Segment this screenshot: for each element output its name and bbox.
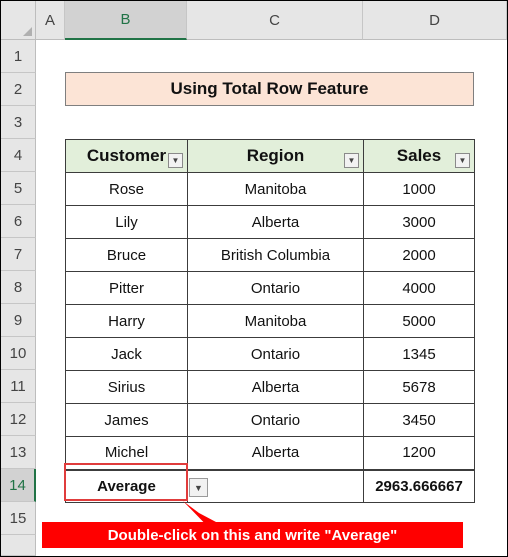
region-cell[interactable]: Alberta [187, 436, 364, 470]
row-header-8[interactable]: 8 [1, 271, 36, 304]
sales-cell[interactable]: 2000 [363, 238, 475, 272]
region-cell[interactable]: Manitoba [187, 172, 364, 206]
total-region-cell[interactable] [187, 468, 364, 503]
row-header-2[interactable]: 2 [1, 73, 36, 106]
table-row: Bruce British Columbia 2000 [65, 238, 475, 272]
region-cell[interactable]: Alberta [187, 370, 364, 404]
column-header-d[interactable]: D [363, 1, 507, 40]
sales-cell[interactable]: 3000 [363, 205, 475, 239]
header-sales[interactable]: Sales ▼ [363, 139, 475, 173]
region-cell[interactable]: Alberta [187, 205, 364, 239]
row-header-11[interactable]: 11 [1, 370, 36, 403]
row-header-10[interactable]: 10 [1, 337, 36, 370]
region-cell[interactable]: Ontario [187, 403, 364, 437]
table-header-row: Customer ▼ Region ▼ Sales ▼ [65, 139, 475, 173]
customer-cell[interactable]: Sirius [65, 370, 188, 404]
region-cell[interactable]: British Columbia [187, 238, 364, 272]
table-row: Pitter Ontario 4000 [65, 271, 475, 305]
customer-cell[interactable]: Harry [65, 304, 188, 338]
chevron-down-icon: ▼ [194, 482, 203, 493]
region-cell[interactable]: Manitoba [187, 304, 364, 338]
sales-cell[interactable]: 5000 [363, 304, 475, 338]
instruction-callout: Double-click on this and write "Average" [42, 522, 463, 548]
region-cell[interactable]: Ontario [187, 271, 364, 305]
filter-dropdown-icon[interactable]: ▼ [168, 153, 183, 168]
table-row: Harry Manitoba 5000 [65, 304, 475, 338]
sales-cell[interactable]: 1200 [363, 436, 475, 470]
sales-cell[interactable]: 4000 [363, 271, 475, 305]
filter-dropdown-icon[interactable]: ▼ [344, 153, 359, 168]
customer-cell[interactable]: James [65, 403, 188, 437]
header-region[interactable]: Region ▼ [187, 139, 364, 173]
table-row: James Ontario 3450 [65, 403, 475, 437]
row-header-5[interactable]: 5 [1, 172, 36, 205]
row-header-13[interactable]: 13 [1, 436, 36, 469]
table-row: Rose Manitoba 1000 [65, 172, 475, 206]
total-label-cell[interactable]: Average [65, 468, 188, 503]
select-all-icon [23, 27, 32, 36]
spreadsheet: A B C D 1 2 3 4 5 6 7 8 9 10 11 12 13 14… [0, 0, 508, 557]
customer-cell[interactable]: Rose [65, 172, 188, 206]
total-function-dropdown[interactable]: ▼ [189, 478, 208, 497]
table-row: Lily Alberta 3000 [65, 205, 475, 239]
row-header-3[interactable]: 3 [1, 106, 36, 139]
row-header-7[interactable]: 7 [1, 238, 36, 271]
row-header-1[interactable]: 1 [1, 40, 36, 73]
customer-cell[interactable]: Pitter [65, 271, 188, 305]
customer-cell[interactable]: Lily [65, 205, 188, 239]
table-row: Sirius Alberta 5678 [65, 370, 475, 404]
row-header-6[interactable]: 6 [1, 205, 36, 238]
total-row: Average 2963.666667 [65, 468, 475, 503]
column-header-b[interactable]: B [65, 1, 187, 40]
header-customer-label: Customer [86, 146, 167, 165]
sheet-title[interactable]: Using Total Row Feature [65, 72, 474, 106]
sales-cell[interactable]: 3450 [363, 403, 475, 437]
sales-cell[interactable]: 1345 [363, 337, 475, 371]
data-table: Customer ▼ Region ▼ Sales ▼ Rose Manitoba 100… [65, 139, 475, 503]
customer-cell[interactable]: Bruce [65, 238, 188, 272]
row-header-14[interactable]: 14 [1, 469, 36, 502]
customer-cell[interactable]: Michel [65, 436, 188, 470]
row-header-4[interactable]: 4 [1, 139, 36, 172]
row-header-12[interactable]: 12 [1, 403, 36, 436]
header-sales-label: Sales [396, 146, 442, 165]
row-header-16[interactable] [1, 535, 36, 556]
table-row: Michel Alberta 1200 [65, 436, 475, 470]
total-value-cell[interactable]: 2963.666667 [363, 468, 475, 503]
row-header-9[interactable]: 9 [1, 304, 36, 337]
column-header-a[interactable]: A [36, 1, 65, 40]
customer-cell[interactable]: Jack [65, 337, 188, 371]
table-row: Jack Ontario 1345 [65, 337, 475, 371]
header-customer[interactable]: Customer ▼ [65, 139, 188, 173]
column-header-c[interactable]: C [187, 1, 363, 40]
row-header-15[interactable]: 15 [1, 502, 36, 535]
region-cell[interactable]: Ontario [187, 337, 364, 371]
filter-dropdown-icon[interactable]: ▼ [455, 153, 470, 168]
sales-cell[interactable]: 1000 [363, 172, 475, 206]
header-region-label: Region [246, 146, 305, 165]
select-all-corner[interactable] [1, 1, 36, 40]
sales-cell[interactable]: 5678 [363, 370, 475, 404]
